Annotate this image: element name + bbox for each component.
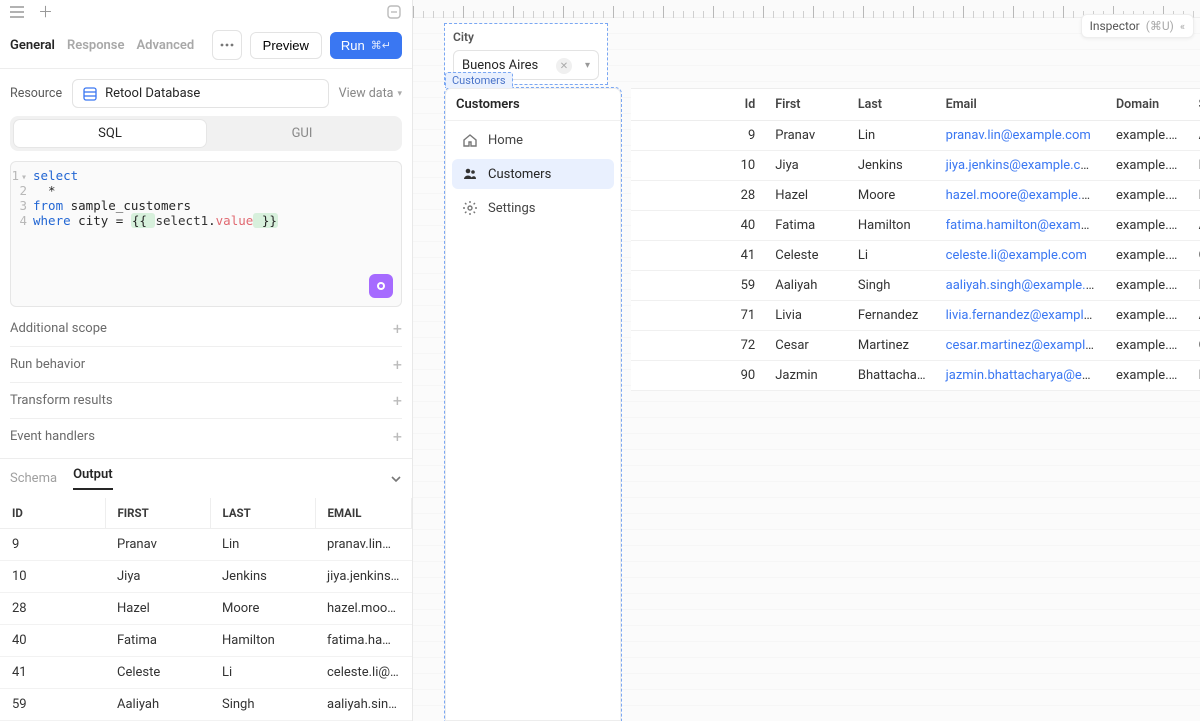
- table-row[interactable]: 90JazminBhattacharyajazmin.bhattacharya@…: [631, 361, 1200, 391]
- query-editor-panel: ＋ General Response Advanced Preview Run: [0, 0, 413, 721]
- table-row[interactable]: 9PranavLinpranav.lin@example.comexample.…: [631, 121, 1200, 151]
- data-table-component[interactable]: IdFirstLastEmailDomainSt 9PranavLinprana…: [631, 88, 1200, 391]
- table-col[interactable]: Last: [848, 89, 936, 121]
- output-col[interactable]: FIRST: [105, 498, 210, 529]
- table-row[interactable]: 59AaliyahSinghaaliyah.singh@example.com: [0, 689, 412, 721]
- sidebar-component[interactable]: Customers Customers HomeCustomersSetting…: [445, 88, 621, 721]
- city-label: City: [453, 30, 599, 44]
- tab-schema[interactable]: Schema: [10, 471, 57, 486]
- output-col[interactable]: LAST: [210, 498, 315, 529]
- sidebar-item-home[interactable]: Home: [452, 125, 614, 155]
- run-shortcut: ⌘↵: [371, 39, 391, 52]
- ai-assist-icon[interactable]: [369, 274, 393, 298]
- email-link[interactable]: jiya.jenkins@example.com: [946, 158, 1100, 173]
- table-row[interactable]: 10JiyaJenkinsjiya.jenkins@example.comexa…: [631, 151, 1200, 181]
- preview-button[interactable]: Preview: [250, 32, 322, 59]
- plus-icon[interactable]: +: [393, 391, 402, 410]
- chevron-left-icon: «: [1180, 20, 1185, 33]
- menu-icon[interactable]: [10, 6, 24, 18]
- email-link[interactable]: pranav.lin@example.com: [946, 128, 1091, 143]
- run-button-label: Run: [341, 38, 365, 53]
- more-button[interactable]: [212, 30, 242, 60]
- table-row[interactable]: 28HazelMoorehazel.moore@example.com: [0, 593, 412, 625]
- segment-sql[interactable]: SQL: [14, 120, 206, 147]
- option-additional-scope[interactable]: Additional scope+: [10, 311, 402, 347]
- inspector-label: Inspector: [1090, 19, 1140, 33]
- table-col[interactable]: First: [765, 89, 848, 121]
- city-value: Buenos Aires: [462, 58, 538, 73]
- sidebar-item-customers[interactable]: Customers: [452, 159, 614, 189]
- query-options: Additional scope+ Run behavior+ Transfor…: [0, 307, 412, 454]
- table-row[interactable]: 10JiyaJenkinsjiya.jenkins@example.com: [0, 561, 412, 593]
- resource-label: Resource: [10, 86, 62, 101]
- sql-editor[interactable]: 1▾select2 *3from sample_customers4where …: [10, 161, 402, 307]
- sidebar-item-label: Customers: [488, 167, 551, 182]
- output-col[interactable]: ID: [0, 498, 105, 529]
- email-link[interactable]: jazmin.bhattacharya@example.c…: [946, 368, 1106, 383]
- tab-response[interactable]: Response: [67, 38, 125, 53]
- home-icon: [462, 132, 478, 148]
- sidebar-item-label: Home: [488, 133, 523, 148]
- clear-icon[interactable]: ✕: [556, 58, 572, 74]
- email-link[interactable]: fatima.hamilton@example.com: [946, 218, 1106, 233]
- inspector-shortcut: (⌘U): [1146, 19, 1174, 33]
- tab-advanced[interactable]: Advanced: [137, 38, 195, 53]
- output-table: IDFIRSTLASTEMAIL 9PranavLinpranav.lin@ex…: [0, 498, 412, 721]
- plus-icon[interactable]: +: [393, 319, 402, 338]
- email-link[interactable]: cesar.martinez@example.com: [946, 338, 1106, 353]
- minimize-icon[interactable]: [386, 4, 402, 20]
- resource-select[interactable]: Retool Database: [72, 79, 329, 108]
- chevron-down-icon: ▾: [397, 89, 402, 99]
- chevron-down-icon[interactable]: ▾: [585, 60, 590, 71]
- table-col[interactable]: Id: [631, 89, 765, 121]
- tab-general[interactable]: General: [10, 38, 55, 53]
- view-data-link[interactable]: View data ▾: [339, 86, 402, 101]
- table-row[interactable]: 9PranavLinpranav.lin@example.com: [0, 529, 412, 561]
- email-link[interactable]: hazel.moore@example.com: [946, 188, 1106, 203]
- table-col[interactable]: Domain: [1106, 89, 1189, 121]
- table-row[interactable]: 71LiviaFernandezlivia.fernandez@example.…: [631, 301, 1200, 331]
- plus-icon[interactable]: +: [393, 427, 402, 446]
- table-row[interactable]: 40FatimaHamiltonfatima.hamilton@example.…: [0, 625, 412, 657]
- output-col[interactable]: EMAIL: [315, 498, 412, 529]
- sidebar-item-label: Settings: [488, 201, 535, 216]
- people-icon: [462, 166, 478, 182]
- gear-icon: [462, 200, 478, 216]
- collapse-icon[interactable]: [390, 473, 402, 485]
- segment-gui[interactable]: GUI: [206, 120, 398, 147]
- results-section: Schema Output IDFIRSTLASTEMAIL 9PranavLi…: [0, 458, 412, 721]
- table-row[interactable]: 59AaliyahSinghaaliyah.singh@example.come…: [631, 271, 1200, 301]
- table-row[interactable]: 72CesarMartinezcesar.martinez@example.co…: [631, 331, 1200, 361]
- database-icon: [83, 87, 97, 101]
- table-row[interactable]: 41CelesteLiceleste.li@example.comexample…: [631, 241, 1200, 271]
- run-button[interactable]: Run ⌘↵: [330, 32, 402, 59]
- resource-value: Retool Database: [105, 86, 200, 101]
- table-col[interactable]: Email: [936, 89, 1106, 121]
- option-event-handlers[interactable]: Event handlers+: [10, 419, 402, 454]
- email-link[interactable]: livia.fernandez@example.com: [946, 308, 1106, 323]
- sidebar-title: Customers: [446, 89, 620, 121]
- app-canvas: Inspector (⌘U) « City Buenos Aires ✕ ▾ C…: [413, 0, 1200, 721]
- table-row[interactable]: 28HazelMoorehazel.moore@example.comexamp…: [631, 181, 1200, 211]
- table-row[interactable]: 41CelesteLiceleste.li@example.com: [0, 657, 412, 689]
- inspector-toggle[interactable]: Inspector (⌘U) «: [1081, 14, 1194, 38]
- tab-output[interactable]: Output: [73, 467, 113, 490]
- editor-tabs: General Response Advanced: [10, 38, 194, 53]
- sidebar-item-settings[interactable]: Settings: [452, 193, 614, 223]
- email-link[interactable]: celeste.li@example.com: [946, 248, 1087, 263]
- table-col[interactable]: St: [1189, 89, 1200, 121]
- mode-segment: SQL GUI: [10, 116, 402, 151]
- email-link[interactable]: aaliyah.singh@example.com: [946, 278, 1106, 293]
- option-transform-results[interactable]: Transform results+: [10, 383, 402, 419]
- plus-icon[interactable]: +: [393, 355, 402, 374]
- component-tag: Customers: [445, 72, 513, 88]
- option-run-behavior[interactable]: Run behavior+: [10, 347, 402, 383]
- table-row[interactable]: 40FatimaHamiltonfatima.hamilton@example.…: [631, 211, 1200, 241]
- add-tab-icon[interactable]: ＋: [38, 5, 53, 20]
